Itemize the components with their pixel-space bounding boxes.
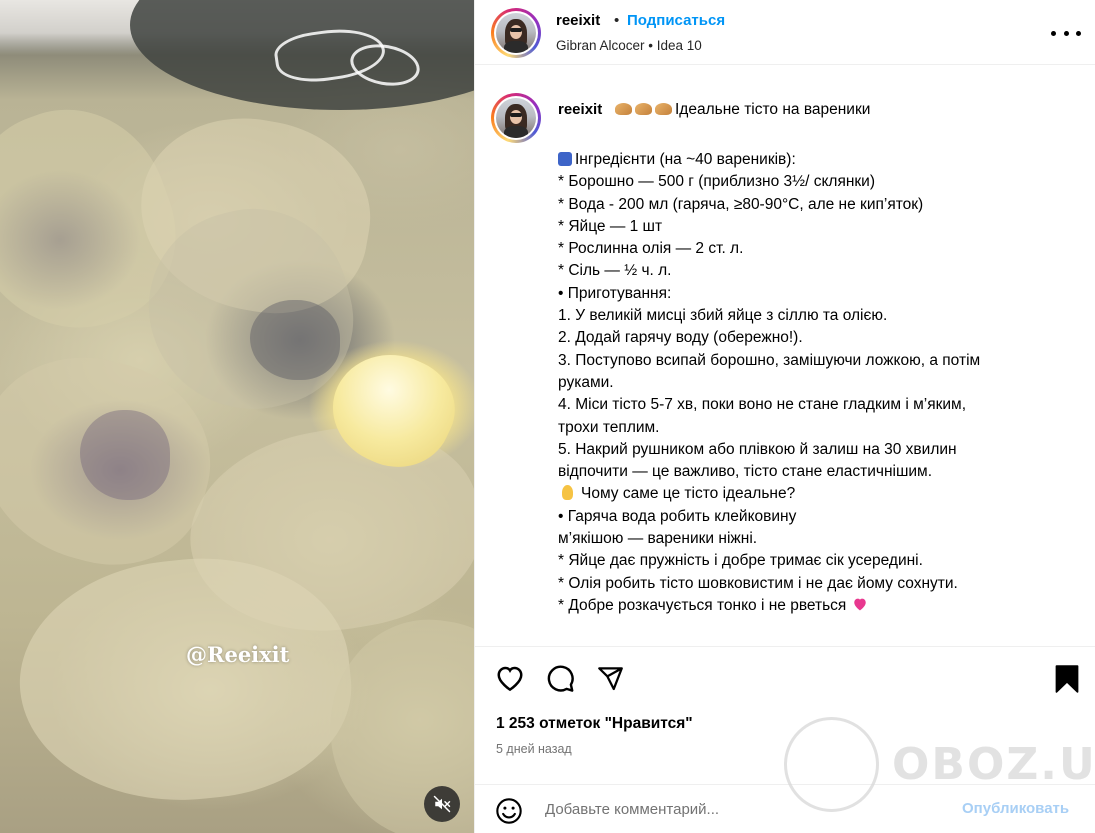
video-watermark: @Reeixit: [186, 642, 290, 667]
emoji-icon[interactable]: [495, 797, 523, 825]
comment-input[interactable]: [545, 796, 945, 822]
caption-line: * Олія робить тісто шовковистим і не дає…: [558, 574, 958, 592]
caption-line: м’якішою — вареники ніжні.: [558, 530, 758, 548]
caption-line: Інгредієнти (на ~40 вареників):: [558, 149, 1078, 171]
caption-line: 1. У великій мисці збий яйце з сіллю та …: [558, 307, 888, 325]
caption-line: * Сіль — ½ ч. л.: [558, 262, 672, 280]
caption-line: трохи теплим.: [558, 418, 660, 436]
header-username[interactable]: reeixit: [556, 12, 600, 29]
caption-line: 2. Додай гарячу воду (обережно!).: [558, 329, 803, 347]
caption-line: • Приготування:: [558, 284, 672, 302]
caption-line: * Вода - 200 мл (гаряча, ≥80-90°C, але н…: [558, 195, 924, 213]
dumpling-filling: [250, 300, 340, 380]
speaker-muted-icon: [433, 795, 451, 813]
post-video[interactable]: @Reeixit: [0, 0, 474, 833]
caption-line: * Яйце — 1 шт: [558, 217, 663, 235]
heart-outline-icon[interactable]: [495, 664, 525, 692]
caption-avatar[interactable]: [491, 93, 541, 143]
publish-button[interactable]: Опубликовать: [962, 800, 1069, 817]
avatar-image: [496, 98, 536, 138]
caption-line: 4. Міси тісто 5-7 хв, поки воно не стане…: [558, 396, 967, 414]
avatar[interactable]: [491, 8, 541, 58]
caption-text: Інгредієнти (на ~40 вареників): * Борошн…: [558, 149, 1078, 617]
caption-line: руками.: [558, 373, 614, 391]
croissant-icon: [635, 103, 652, 115]
separator-dot: •: [614, 12, 620, 29]
caption-line: 5. Накрий рушником або плівкою й залиш н…: [558, 440, 957, 458]
post-timestamp[interactable]: 5 дней назад: [496, 742, 572, 756]
croissant-icon: [615, 103, 632, 115]
caption-username[interactable]: reeixit: [558, 101, 602, 118]
pink-heart-icon: [854, 598, 867, 611]
audio-attribution[interactable]: Gibran Alcocer • Idea 10: [556, 38, 702, 53]
caption-line: * Добре розкачується тонко і не рветься: [558, 595, 1078, 617]
caption-line: * Яйце дає пружність і добре тримає сік …: [558, 552, 923, 570]
share-icon[interactable]: [596, 665, 625, 692]
mute-button[interactable]: [424, 786, 460, 822]
post-header: reeixit • Подписаться Gibran Alcocer • I…: [475, 0, 1095, 65]
comment-icon[interactable]: [546, 664, 575, 693]
bookmark-filled-icon[interactable]: [1055, 665, 1079, 693]
notepad-icon: [558, 152, 572, 166]
caption-line: * Борошно — 500 г (приблизно 3½/ склянки…: [558, 173, 876, 191]
post-details-panel: reeixit • Подписаться Gibran Alcocer • I…: [474, 0, 1095, 833]
caption-line: відпочити — це важливо, тісто стане елас…: [558, 463, 933, 481]
more-horizontal-icon: [1051, 30, 1056, 36]
likes-count[interactable]: 1 253 отметок "Нравится": [496, 715, 693, 733]
caption-line: • Гаряча вода робить клейковину: [558, 507, 797, 525]
comment-bar: Опубликовать: [475, 784, 1095, 833]
caption-line: * Рослинна олія — 2 ст. л.: [558, 240, 744, 258]
more-options-button[interactable]: [1051, 24, 1081, 42]
lightbulb-icon: [562, 485, 573, 501]
caption-line: 3. Поступово всипай борошно, замішуючи л…: [558, 351, 981, 369]
dumpling-filling: [80, 410, 170, 500]
caption-line: Чому саме це тісто ідеальне?: [558, 483, 1078, 505]
avatar-image: [496, 13, 536, 53]
caption-scroll-area[interactable]: reeixit Ідеальне тісто на вареники Інгре…: [475, 66, 1095, 645]
caption-title: Ідеальне тісто на вареники: [615, 101, 870, 119]
follow-button[interactable]: Подписаться: [627, 12, 725, 29]
post-actions: 1 253 отметок "Нравится" 5 дней назад Оп…: [475, 646, 1095, 826]
croissant-icon: [655, 103, 672, 115]
